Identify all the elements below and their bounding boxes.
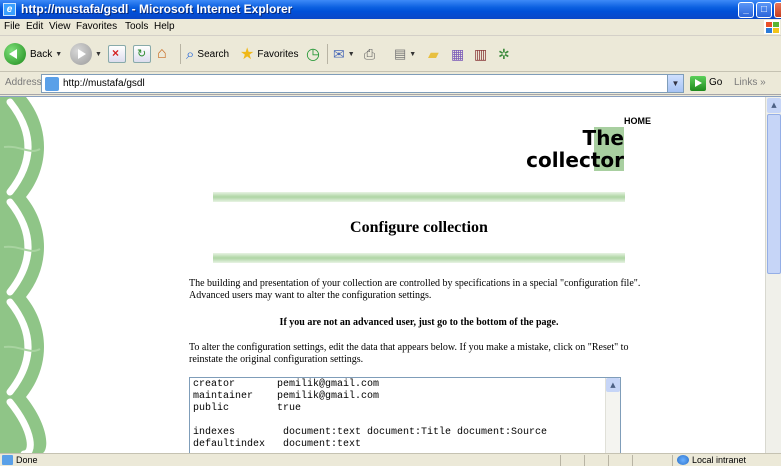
status-separator <box>608 455 609 466</box>
instructions-paragraph: To alter the configuration settings, edi… <box>189 342 629 365</box>
menu-favorites[interactable]: Favorites <box>76 21 117 32</box>
config-line: indexes document:text document:Title doc… <box>193 427 548 438</box>
links-label: Links <box>734 77 758 88</box>
menu-bar: File Edit View Favorites Tools Help <box>0 19 781 36</box>
home-icon: ⌂ <box>157 45 167 62</box>
menu-file[interactable]: File <box>4 21 20 32</box>
forward-arrow-icon <box>70 43 92 65</box>
window-title: http://mustafa/gsdl - Microsoft Internet… <box>21 2 293 16</box>
config-textarea[interactable]: creator pemilik@gmail.com maintainer pem… <box>189 377 621 453</box>
edit-icon: ▤ <box>394 46 407 61</box>
mail-button[interactable]: ✉ ▼ <box>333 41 355 67</box>
print-icon: ⎙ <box>364 45 376 62</box>
forward-button[interactable]: ▼ <box>70 41 102 67</box>
back-button[interactable]: Back ▼ <box>4 41 62 67</box>
globe-icon <box>677 455 689 465</box>
print-button[interactable]: ⎙ <box>364 41 375 67</box>
go-button[interactable]: Go <box>709 77 722 88</box>
scroll-up-icon[interactable]: ▲ <box>606 378 620 392</box>
star-icon: ★ <box>240 46 255 63</box>
maximize-button[interactable]: □ <box>756 2 772 18</box>
back-label: Back <box>30 48 53 60</box>
chevron-down-icon[interactable]: ▼ <box>409 51 416 58</box>
chevron-down-icon[interactable]: ▼ <box>667 75 683 92</box>
stop-icon: × <box>108 45 126 63</box>
collection-logo-line2[interactable]: collector <box>513 149 624 171</box>
divider-bar-bottom <box>213 253 625 263</box>
books-button[interactable]: ▥ <box>474 41 487 67</box>
go-arrow-icon[interactable] <box>690 76 706 91</box>
history-icon: ◷ <box>306 46 320 63</box>
chevron-down-icon[interactable]: ▼ <box>348 51 355 58</box>
refresh-icon: ↻ <box>133 45 151 63</box>
status-separator <box>584 455 585 466</box>
home-button[interactable]: ⌂ <box>157 41 167 67</box>
home-link[interactable]: HOME <box>624 116 651 126</box>
page-status-icon <box>2 455 13 465</box>
stop-button[interactable]: × <box>108 41 126 67</box>
messenger-button[interactable]: ✲ <box>498 41 510 67</box>
address-bar: Address http://mustafa/gsdl ▼ Go Links » <box>0 72 781 95</box>
edit-button[interactable]: ▤ ▼ <box>394 41 416 67</box>
books-icon: ▥ <box>474 45 488 62</box>
address-input[interactable]: http://mustafa/gsdl ▼ <box>41 74 684 93</box>
favorites-label: Favorites <box>257 48 299 60</box>
chevron-down-icon[interactable]: ▼ <box>55 51 62 58</box>
warning-paragraph: If you are not an advanced user, just go… <box>279 317 559 328</box>
history-button[interactable]: ◷ <box>306 41 320 67</box>
ie-icon: e <box>3 3 16 16</box>
decorative-sidebar <box>0 97 58 453</box>
status-text: Done <box>16 455 38 465</box>
security-zone: Local intranet <box>692 455 747 465</box>
divider-bar-top <box>213 192 625 202</box>
page-viewport: HOME The collector Configure collection … <box>0 96 781 453</box>
scroll-up-icon[interactable]: ▲ <box>767 98 781 113</box>
address-url[interactable]: http://mustafa/gsdl <box>63 78 145 89</box>
toolbar-separator <box>180 44 181 64</box>
back-arrow-icon <box>4 43 26 65</box>
page-content: HOME The collector Configure collection … <box>58 97 765 453</box>
config-line: public true <box>193 403 302 414</box>
chevron-down-icon[interactable]: ▼ <box>95 51 102 58</box>
window-title-bar[interactable]: e http://mustafa/gsdl - Microsoft Intern… <box>0 0 781 19</box>
folder-icon: ▰ <box>428 45 439 62</box>
address-label: Address <box>5 77 42 88</box>
windows-logo-icon <box>764 20 780 34</box>
config-line: maintainer pemilik@gmail.com <box>193 391 380 402</box>
refresh-button[interactable]: ↻ <box>133 41 151 67</box>
research-button[interactable]: ▦ <box>451 41 464 67</box>
toolbar-separator <box>327 44 328 64</box>
folder-button[interactable]: ▰ <box>428 41 439 67</box>
messenger-icon: ✲ <box>498 45 510 62</box>
status-bar: Done Local intranet <box>0 453 781 466</box>
status-separator <box>560 455 561 466</box>
page-title: Configure collection <box>350 219 488 236</box>
search-label: Search <box>197 48 230 60</box>
page-scrollbar[interactable]: ▲ <box>765 97 781 453</box>
page-icon <box>45 77 59 91</box>
toolbar: Back ▼ ▼ × ↻ ⌂ ⌕ Search ★ Favorites ◷ ✉ … <box>0 36 781 72</box>
collection-logo-line1[interactable]: The <box>578 127 624 149</box>
menu-edit[interactable]: Edit <box>26 21 43 32</box>
search-icon: ⌕ <box>186 45 195 63</box>
menu-tools[interactable]: Tools <box>125 21 148 32</box>
mail-icon: ✉ <box>333 45 345 62</box>
config-scrollbar[interactable]: ▲ <box>605 378 620 453</box>
menu-view[interactable]: View <box>49 21 71 32</box>
menu-help[interactable]: Help <box>154 21 175 32</box>
research-icon: ▦ <box>451 45 465 62</box>
config-line: defaultindex document:text <box>193 439 362 450</box>
search-button[interactable]: ⌕ Search <box>186 41 229 67</box>
favorites-button[interactable]: ★ Favorites <box>240 41 298 67</box>
config-line: creator pemilik@gmail.com <box>193 379 380 390</box>
intro-paragraph: The building and presentation of your co… <box>189 278 641 301</box>
links-button[interactable]: Links » <box>734 77 766 88</box>
minimize-button[interactable]: _ <box>738 2 754 18</box>
status-separator <box>672 455 673 466</box>
close-button[interactable] <box>774 2 781 18</box>
status-separator <box>632 455 633 466</box>
scrollbar-thumb[interactable] <box>767 114 781 274</box>
